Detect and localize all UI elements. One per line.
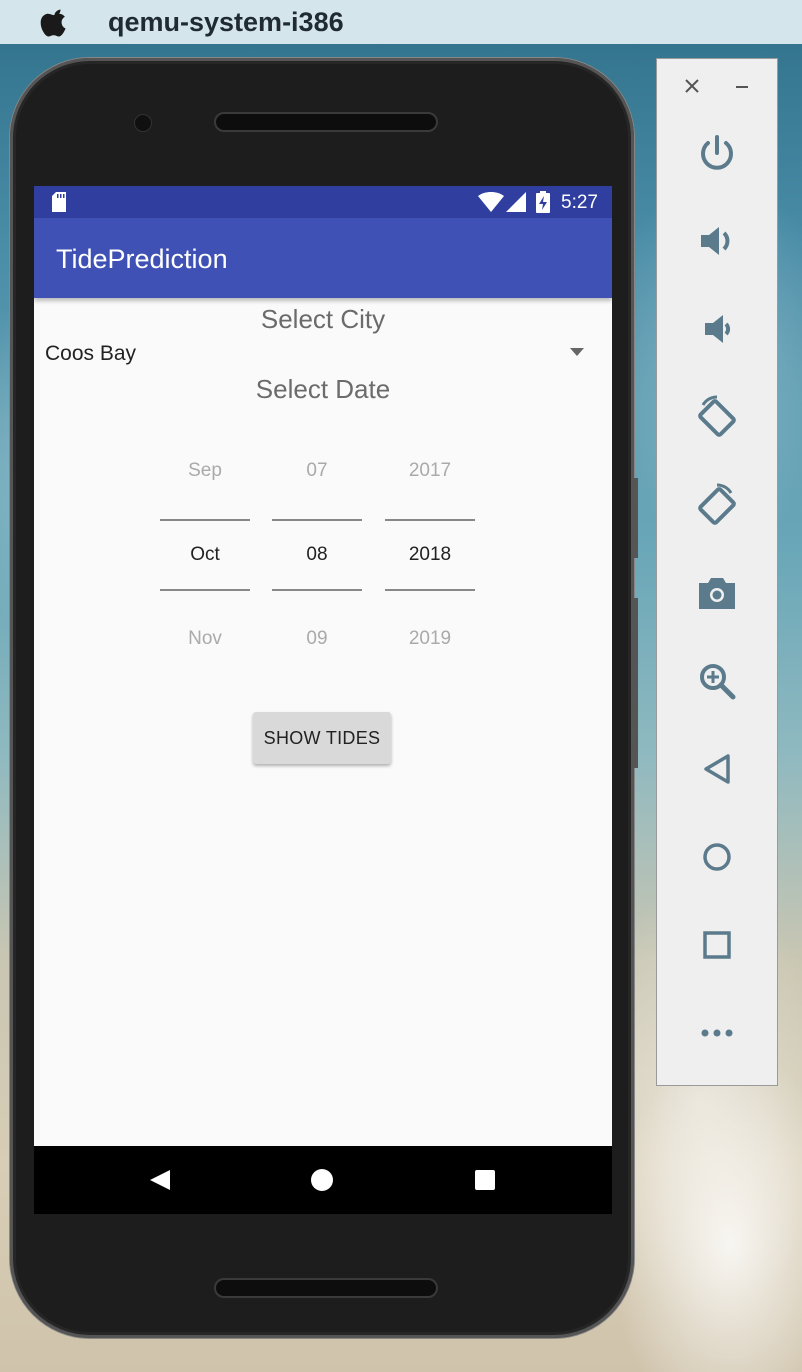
overview-icon[interactable] xyxy=(695,923,739,967)
nav-overview-icon[interactable] xyxy=(474,1169,496,1191)
device-screen: 5:27 TidePrediction Select City Coos Bay… xyxy=(34,186,612,1214)
select-date-label: Select Date xyxy=(255,374,391,404)
month-prev[interactable]: Sep xyxy=(160,460,250,482)
volume-up-icon[interactable] xyxy=(695,219,739,263)
wifi-icon xyxy=(478,192,504,212)
year-current[interactable]: 2018 xyxy=(385,544,475,566)
bottom-speaker xyxy=(214,1278,438,1298)
power-icon[interactable] xyxy=(695,131,739,175)
show-tides-button[interactable]: SHOW TIDES xyxy=(253,712,391,764)
battery-charging-icon xyxy=(536,191,550,213)
sd-card-icon xyxy=(52,192,66,212)
more-icon[interactable] xyxy=(695,1011,739,1055)
day-next[interactable]: 09 xyxy=(272,628,362,650)
volume-down-icon[interactable] xyxy=(695,307,739,351)
day-picker[interactable]: 07 08 09 xyxy=(272,444,362,649)
home-icon[interactable] xyxy=(695,835,739,879)
month-next[interactable]: Nov xyxy=(160,628,250,650)
rotate-left-icon[interactable] xyxy=(695,395,739,439)
picker-divider xyxy=(272,589,362,591)
year-picker[interactable]: 2017 2018 2019 xyxy=(385,444,475,649)
side-button xyxy=(634,598,638,768)
zoom-icon[interactable] xyxy=(695,659,739,703)
front-camera xyxy=(134,114,152,132)
day-current[interactable]: 08 xyxy=(272,544,362,566)
picker-divider xyxy=(272,519,362,521)
month-current[interactable]: Oct xyxy=(160,544,250,566)
back-icon[interactable] xyxy=(695,747,739,791)
picker-divider xyxy=(385,519,475,521)
nav-back-icon[interactable] xyxy=(148,1168,172,1192)
status-bar: 5:27 xyxy=(34,186,612,218)
side-button xyxy=(634,478,638,558)
app-title: TidePrediction xyxy=(56,244,228,274)
city-spinner-value: Coos Bay xyxy=(45,342,137,365)
picker-divider xyxy=(160,589,250,591)
year-prev[interactable]: 2017 xyxy=(385,460,475,482)
rotate-right-icon[interactable] xyxy=(695,483,739,527)
top-speaker xyxy=(214,112,438,132)
month-picker[interactable]: Sep Oct Nov xyxy=(160,444,250,649)
status-time: 5:27 xyxy=(561,192,598,213)
dropdown-arrow-icon[interactable] xyxy=(570,348,584,356)
nav-home-icon[interactable] xyxy=(310,1168,334,1192)
menu-bar: qemu-system-i386 xyxy=(0,0,802,44)
camera-icon[interactable] xyxy=(695,571,739,615)
year-next[interactable]: 2019 xyxy=(385,628,475,650)
day-prev[interactable]: 07 xyxy=(272,460,362,482)
picker-divider xyxy=(385,589,475,591)
minimize-icon[interactable] xyxy=(733,77,751,95)
city-spinner[interactable]: Coos Bay xyxy=(34,336,612,374)
close-icon[interactable] xyxy=(683,77,701,95)
window-title: qemu-system-i386 xyxy=(108,7,344,37)
signal-icon xyxy=(506,192,526,212)
emulator-toolbar xyxy=(656,58,778,1086)
apple-icon[interactable] xyxy=(40,6,70,38)
navigation-bar xyxy=(34,1146,612,1214)
app-toolbar: TidePrediction xyxy=(34,218,612,298)
picker-divider xyxy=(160,519,250,521)
select-city-label: Select City xyxy=(260,304,386,334)
